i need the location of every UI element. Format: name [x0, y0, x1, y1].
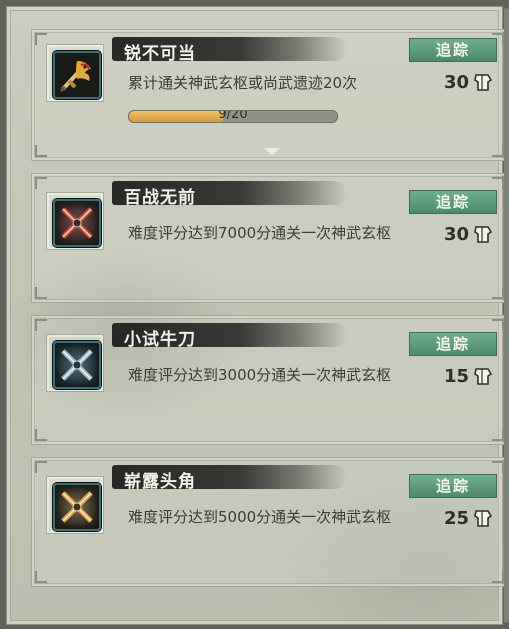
armor-currency-icon — [474, 368, 493, 385]
achievement-description: 累计通关神武玄枢或尚武遗迹20次 — [128, 74, 358, 92]
corner-ornament — [492, 319, 504, 331]
reward: 25 — [444, 507, 493, 529]
corner-ornament — [35, 319, 47, 331]
achievement-description: 难度评分达到5000分通关一次神武玄枢 — [128, 508, 392, 526]
achievement-panel: 锐不可当 追踪 累计通关神武玄枢或尚武遗迹20次 30 9/20 百战无前 追踪… — [6, 6, 508, 625]
achievement-card[interactable]: 小试牛刀 追踪 难度评分达到3000分通关一次神武玄枢 15 — [31, 315, 508, 445]
corner-ornament — [35, 177, 47, 189]
reward: 30 — [444, 223, 493, 245]
armor-currency-icon — [474, 510, 493, 527]
red-crossed-swords-icon — [53, 199, 101, 247]
achievement-card[interactable]: 百战无前 追踪 难度评分达到7000分通关一次神武玄枢 30 — [31, 173, 508, 303]
achievement-title: 崭露头角 — [124, 472, 196, 492]
corner-ornament — [492, 461, 504, 473]
reward-amount: 30 — [443, 223, 469, 245]
corner-ornament — [35, 461, 47, 473]
corner-ornament — [35, 145, 47, 157]
corner-ornament — [35, 287, 47, 299]
corner-ornament — [492, 287, 504, 299]
achievement-title: 百战无前 — [124, 188, 196, 208]
corner-ornament — [492, 571, 504, 583]
armor-currency-icon — [474, 226, 493, 243]
armor-currency-icon — [474, 74, 493, 91]
reward: 15 — [444, 365, 493, 387]
corner-ornament — [492, 177, 504, 189]
track-button[interactable]: 追踪 — [409, 474, 497, 498]
achievement-icon-frame — [46, 44, 104, 102]
achievement-icon-frame — [46, 334, 104, 392]
achievement-title: 锐不可当 — [124, 44, 196, 64]
achievement-description: 难度评分达到7000分通关一次神武玄枢 — [128, 224, 392, 242]
achievement-icon-frame — [46, 192, 104, 250]
achievement-description: 难度评分达到3000分通关一次神武玄枢 — [128, 366, 392, 384]
progress-bar: 9/20 — [128, 110, 338, 123]
corner-ornament — [35, 429, 47, 441]
track-button[interactable]: 追踪 — [409, 332, 497, 356]
achievement-icon-frame — [46, 476, 104, 534]
track-button[interactable]: 追踪 — [409, 38, 497, 62]
expand-arrow-icon[interactable] — [264, 148, 280, 155]
gold-crossed-swords-icon — [53, 483, 101, 531]
track-button[interactable]: 追踪 — [409, 190, 497, 214]
corner-ornament — [492, 429, 504, 441]
progress-text: 9/20 — [218, 110, 248, 122]
corner-ornament — [492, 145, 504, 157]
scrollbar[interactable] — [504, 8, 509, 623]
reward-amount: 15 — [443, 365, 469, 387]
golden-dragon-sword-icon — [53, 51, 101, 99]
reward: 30 — [444, 71, 493, 93]
corner-ornament — [35, 571, 47, 583]
blue-crossed-swords-icon — [53, 341, 101, 389]
achievement-card[interactable]: 崭露头角 追踪 难度评分达到5000分通关一次神武玄枢 25 — [31, 457, 508, 587]
achievement-title: 小试牛刀 — [124, 330, 196, 350]
achievement-card[interactable]: 锐不可当 追踪 累计通关神武玄枢或尚武遗迹20次 30 9/20 — [31, 29, 508, 161]
reward-amount: 25 — [443, 507, 469, 529]
reward-amount: 30 — [443, 71, 469, 93]
